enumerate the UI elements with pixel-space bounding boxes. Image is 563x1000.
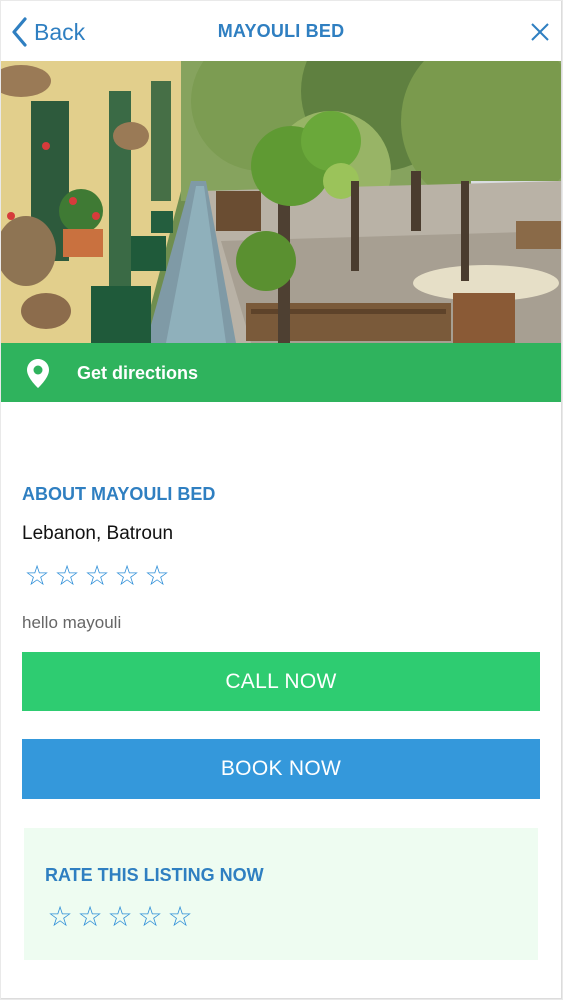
listing-description: hello mayouli [22,613,122,632]
close-icon [531,23,549,41]
rate-star-icon[interactable]: ☆ [46,903,74,931]
listing-location: Lebanon, Batroun [22,523,174,544]
listing-rating: ☆ ☆ ☆ ☆ ☆ [23,562,171,590]
rate-listing-heading: RATE THIS LISTING NOW [45,865,264,885]
rating-star-icon: ☆ [84,559,110,592]
garden-photo [1,61,561,343]
rating-star-icon: ☆ [54,559,80,592]
rating-star-icon: ☆ [114,559,140,592]
book-now-button[interactable]: BOOK NOW [22,739,540,799]
rate-star-icon[interactable]: ☆ [136,903,164,931]
rating-star-icon: ☆ [24,559,50,592]
rate-star-icon[interactable]: ☆ [76,903,104,931]
map-pin-icon [27,359,49,388]
close-button[interactable] [529,21,551,43]
call-now-button[interactable]: CALL NOW [22,652,540,711]
get-directions-button[interactable]: Get directions [1,343,561,402]
about-heading: ABOUT MAYOULI BED [22,484,216,504]
listing-photo [1,61,561,343]
rate-star-icon[interactable]: ☆ [106,903,134,931]
rating-star-icon: ☆ [144,559,170,592]
rate-star-icon[interactable]: ☆ [166,903,194,931]
get-directions-label: Get directions [77,363,199,383]
app-screen: Back MAYOULI BED Get directions ABOUT MA… [1,1,562,999]
top-nav-bar: Back MAYOULI BED [1,1,561,61]
rate-stars: ☆ ☆ ☆ ☆ ☆ [46,903,194,931]
page-title: MAYOULI BED [217,21,345,41]
rate-listing-panel: RATE THIS LISTING NOW ☆ ☆ ☆ ☆ ☆ [24,828,538,960]
